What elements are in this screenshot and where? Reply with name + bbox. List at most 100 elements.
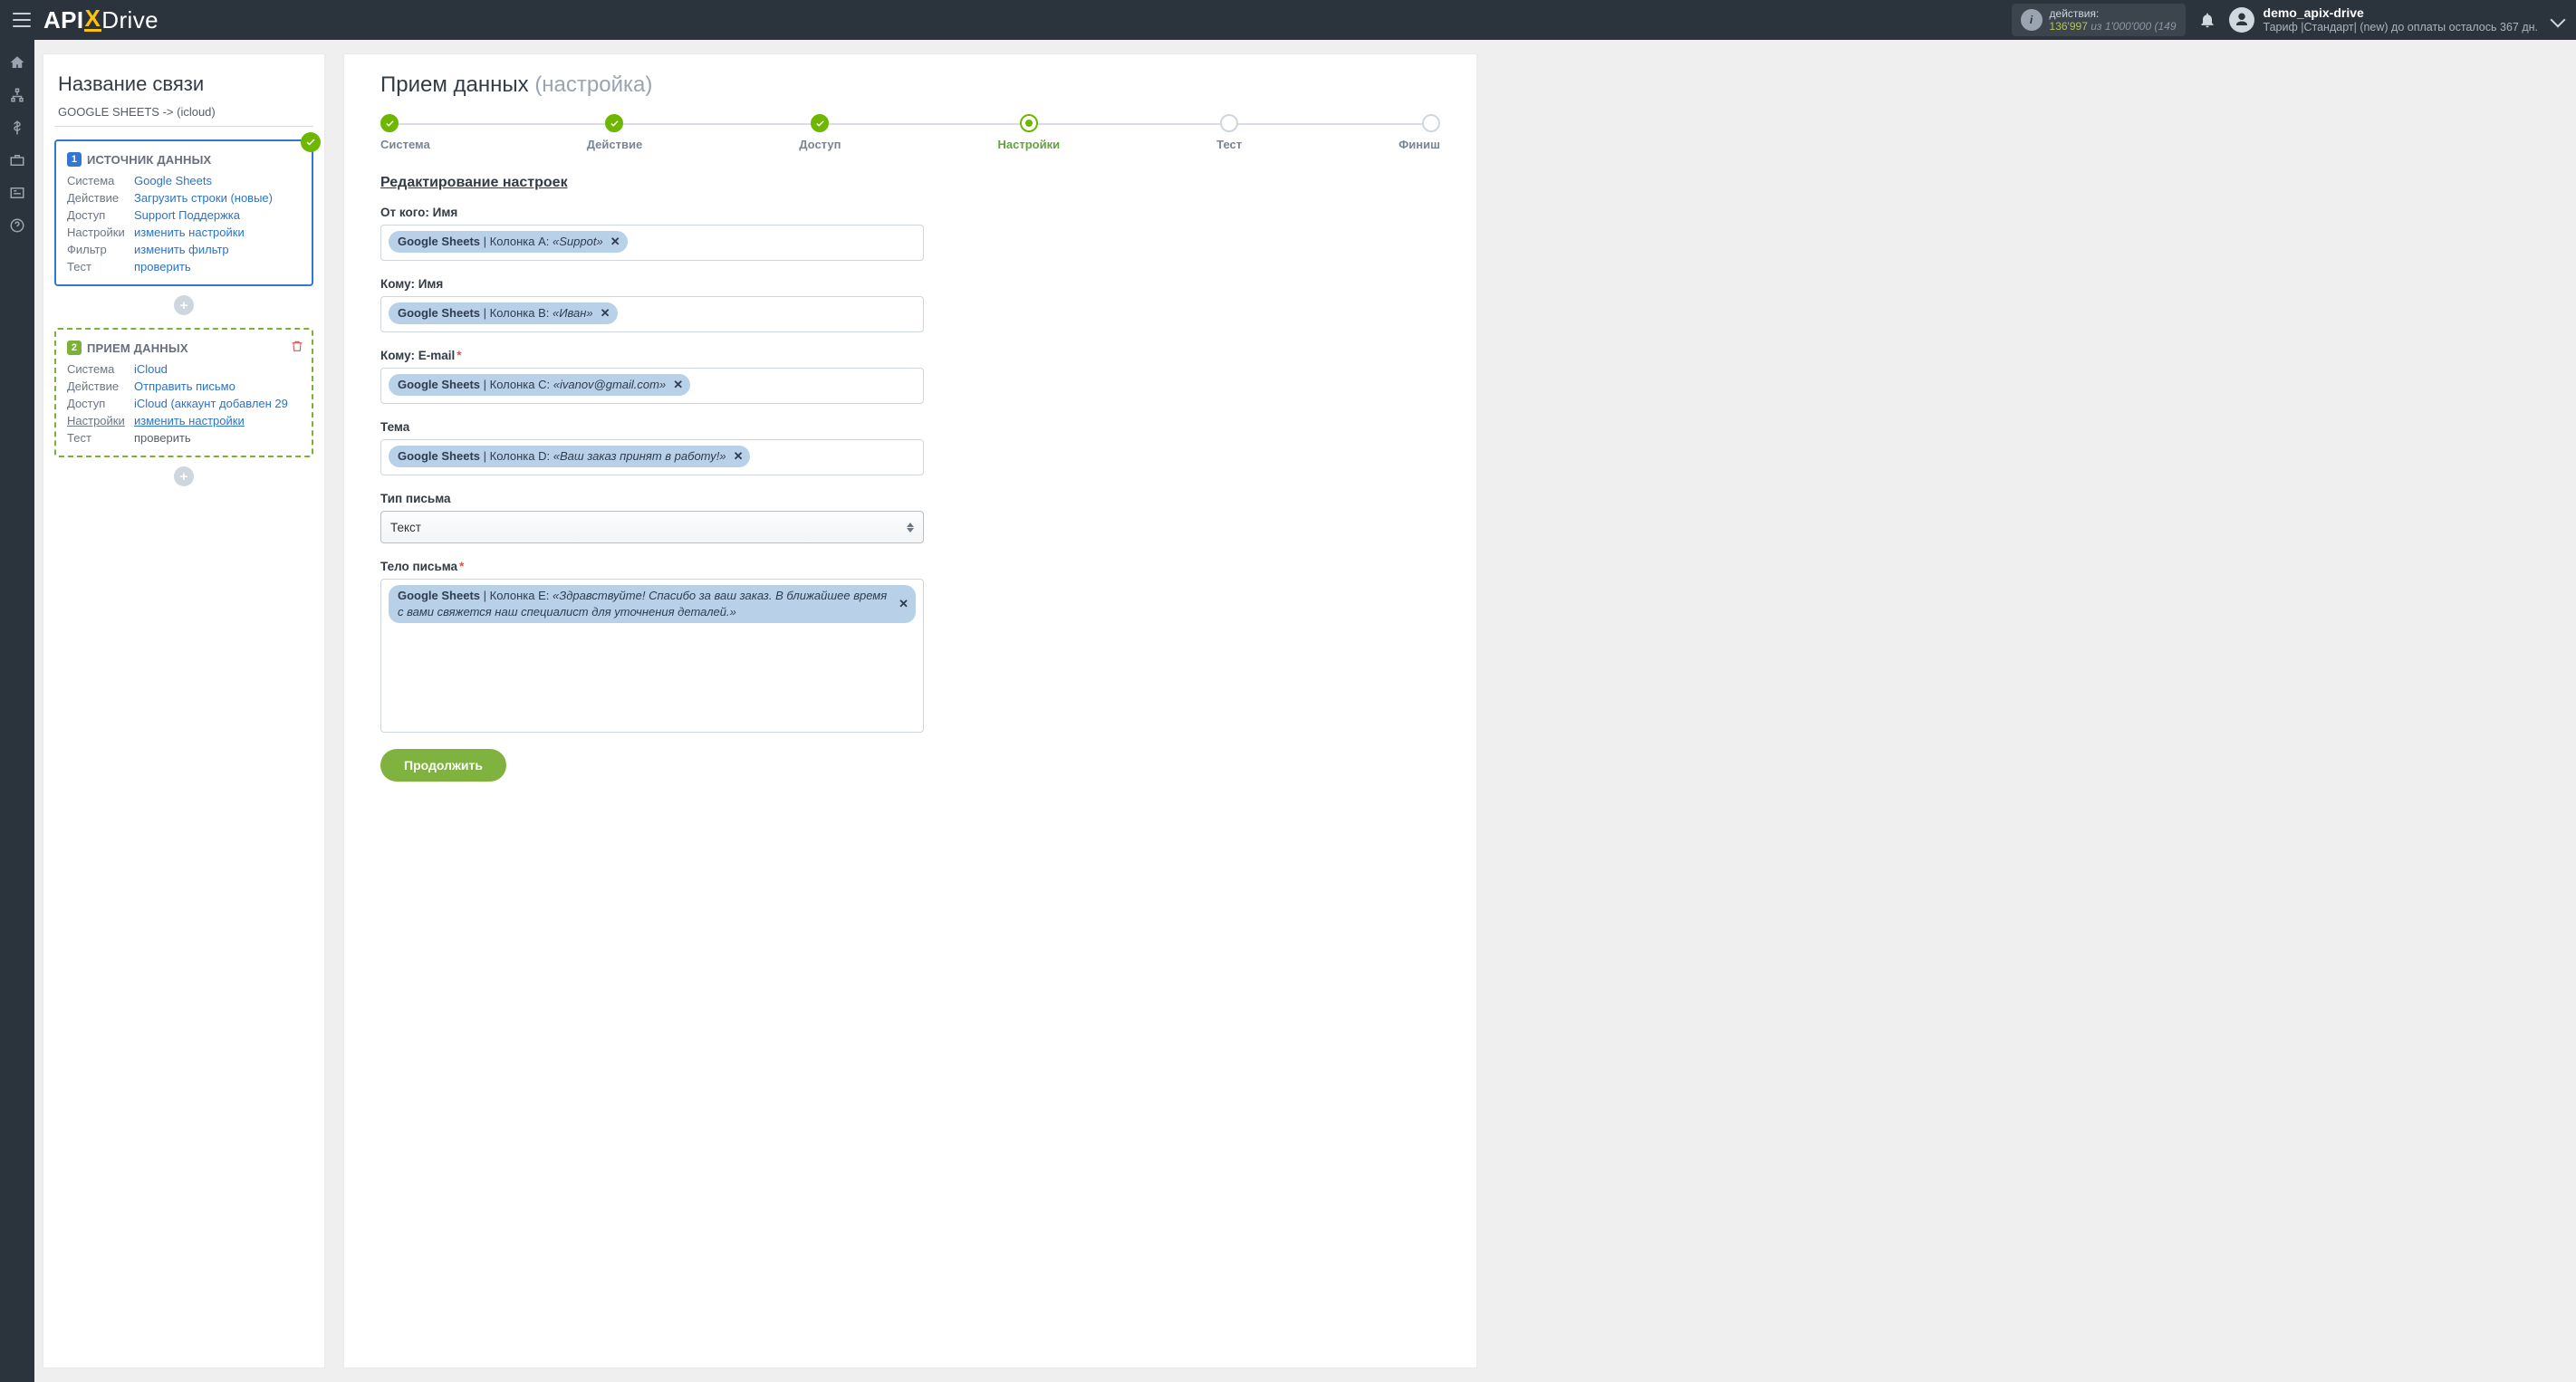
menu-toggle[interactable] [13,13,31,27]
to-email-chip[interactable]: Google Sheets | Колонка C: «ivanov@gmail… [389,374,690,396]
field-to-email: Кому: E-mail* Google Sheets | Колонка C:… [380,349,1440,404]
nav-billing[interactable] [7,118,27,138]
source-settings-link[interactable]: изменить настройки [134,226,245,239]
from-name-chip[interactable]: Google Sheets | Колонка A: «Suppot» ✕ [389,231,628,253]
check-icon [815,119,825,129]
from-name-input[interactable]: Google Sheets | Колонка A: «Suppot» ✕ [380,225,924,261]
source-step-num: 1 [67,152,82,167]
logo-suffix: Drive [101,6,159,34]
logo[interactable]: API X Drive [43,6,159,34]
section-title[interactable]: Редактирование настроек [380,175,568,191]
briefcase-icon [9,152,25,168]
source-action-link[interactable]: Загрузить строки (новые) [134,191,273,205]
subject-chip[interactable]: Google Sheets | Колонка D: «Ваш заказ пр… [389,446,750,467]
body-chip[interactable]: Google Sheets | Колонка E: «Здравствуйте… [389,585,916,623]
field-body: Тело письма* Google Sheets | Колонка E: … [380,560,1440,733]
body-label: Тело письма* [380,560,1440,573]
stepper-line [389,123,1431,125]
type-value: Текст [390,521,421,534]
step-action[interactable]: Действие [587,114,642,151]
type-label: Тип письма [380,492,1440,505]
source-card-title: ИСТОЧНИК ДАННЫХ [87,153,211,167]
notifications-button[interactable] [2198,11,2216,29]
actions-used: 136'997 [2050,20,2088,33]
nav-connections[interactable] [7,85,27,105]
topbar: API X Drive i действия: 136'997 из 1'000… [0,0,2576,40]
nav-help[interactable] [7,216,27,235]
chip-remove-icon[interactable]: ✕ [734,448,744,465]
sitemap-icon [9,87,25,103]
user-name: demo_apix-drive [2264,5,2538,21]
to-email-input[interactable]: Google Sheets | Колонка C: «ivanov@gmail… [380,368,924,404]
bell-icon [2198,11,2216,29]
dest-settings-link[interactable]: изменить настройки [134,414,245,427]
step-settings[interactable]: Настройки [998,114,1061,151]
user-lines: demo_apix-drive Тариф |Стандарт| (new) д… [2264,5,2538,34]
chip-remove-icon[interactable]: ✕ [610,234,620,250]
subject-label: Тема [380,420,1440,434]
field-subject: Тема Google Sheets | Колонка D: «Ваш зак… [380,420,1440,475]
body-input[interactable]: Google Sheets | Колонка E: «Здравствуйте… [380,579,924,733]
nav-home[interactable] [7,53,27,72]
user-menu[interactable]: demo_apix-drive Тариф |Стандарт| (new) д… [2229,5,2563,34]
actions-of: из [2091,20,2101,33]
source-filter-link[interactable]: изменить фильтр [134,243,229,256]
delete-dest-button[interactable] [290,339,304,353]
actions-lines: действия: 136'997 из 1'000'000 (149 [2050,7,2177,34]
actions-counter[interactable]: i действия: 136'997 из 1'000'000 (149 [2012,4,2186,37]
step-system[interactable]: Система [380,114,430,151]
type-select[interactable]: Текст [380,511,924,543]
chip-remove-icon[interactable]: ✕ [601,305,610,322]
main-panel: Прием данных (настройка) Система Действи… [344,54,1476,1368]
source-access-link[interactable]: Support Поддержка [134,208,240,222]
step-access[interactable]: Доступ [799,114,841,151]
source-test-link[interactable]: проверить [134,260,191,274]
help-icon [9,217,25,234]
nav-tools[interactable] [7,150,27,170]
dest-system-link[interactable]: iCloud [134,362,168,376]
dest-kv: СистемаiCloud ДействиеОтправить письмо Д… [67,362,301,445]
trash-icon [290,339,304,353]
to-name-input[interactable]: Google Sheets | Колонка B: «Иван» ✕ [380,296,924,332]
left-nav [0,40,34,1382]
side-path: GOOGLE SHEETS -> (icloud) [58,105,313,119]
avatar [2229,7,2254,33]
actions-tail: (149 [2154,20,2176,33]
continue-button[interactable]: Продолжить [380,749,506,782]
chevron-down-icon [2551,12,2566,27]
field-to-name: Кому: Имя Google Sheets | Колонка B: «Ив… [380,277,1440,332]
field-from-name: От кого: Имя Google Sheets | Колонка A: … [380,206,1440,261]
step-finish[interactable]: Финиш [1399,114,1440,151]
chip-remove-icon[interactable]: ✕ [673,377,683,393]
actions-total: 1'000'000 [2105,20,2151,33]
stepper: Система Действие Доступ Настройки Тест Ф… [380,114,1440,151]
user-sub: Тариф |Стандарт| (new) до оплаты осталос… [2264,21,2538,34]
divider [54,126,313,127]
select-caret-icon [907,521,916,533]
status-done-icon [301,132,321,152]
dest-card[interactable]: 2 ПРИЕМ ДАННЫХ СистемаiCloud ДействиеОтп… [54,328,313,457]
chip-remove-icon[interactable]: ✕ [899,596,908,612]
subject-input[interactable]: Google Sheets | Колонка D: «Ваш заказ пр… [380,439,924,475]
source-card[interactable]: 1 ИСТОЧНИК ДАННЫХ СистемаGoogle Sheets Д… [54,139,313,286]
add-between-button[interactable]: + [174,295,194,315]
field-type: Тип письма Текст [380,492,1440,543]
dollar-icon [9,120,25,136]
card-icon [9,185,25,201]
nav-contacts[interactable] [7,183,27,203]
dest-access-link[interactable]: iCloud (аккаунт добавлен 29 [134,397,288,410]
to-name-label: Кому: Имя [380,277,1440,291]
user-icon [2234,12,2250,28]
page-title: Прием данных (настройка) [380,72,1440,98]
source-system-link[interactable]: Google Sheets [134,174,212,187]
home-icon [9,54,25,71]
dest-card-title: ПРИЕМ ДАННЫХ [87,341,188,355]
dest-action-link[interactable]: Отправить письмо [134,379,235,393]
to-name-chip[interactable]: Google Sheets | Колонка B: «Иван» ✕ [389,302,618,324]
add-dest-button[interactable]: + [174,466,194,486]
step-test[interactable]: Тест [1216,114,1242,151]
source-kv: СистемаGoogle Sheets ДействиеЗагрузить с… [67,174,301,274]
side-title: Название связи [58,72,313,96]
info-icon: i [2021,9,2043,31]
check-icon [385,119,395,129]
